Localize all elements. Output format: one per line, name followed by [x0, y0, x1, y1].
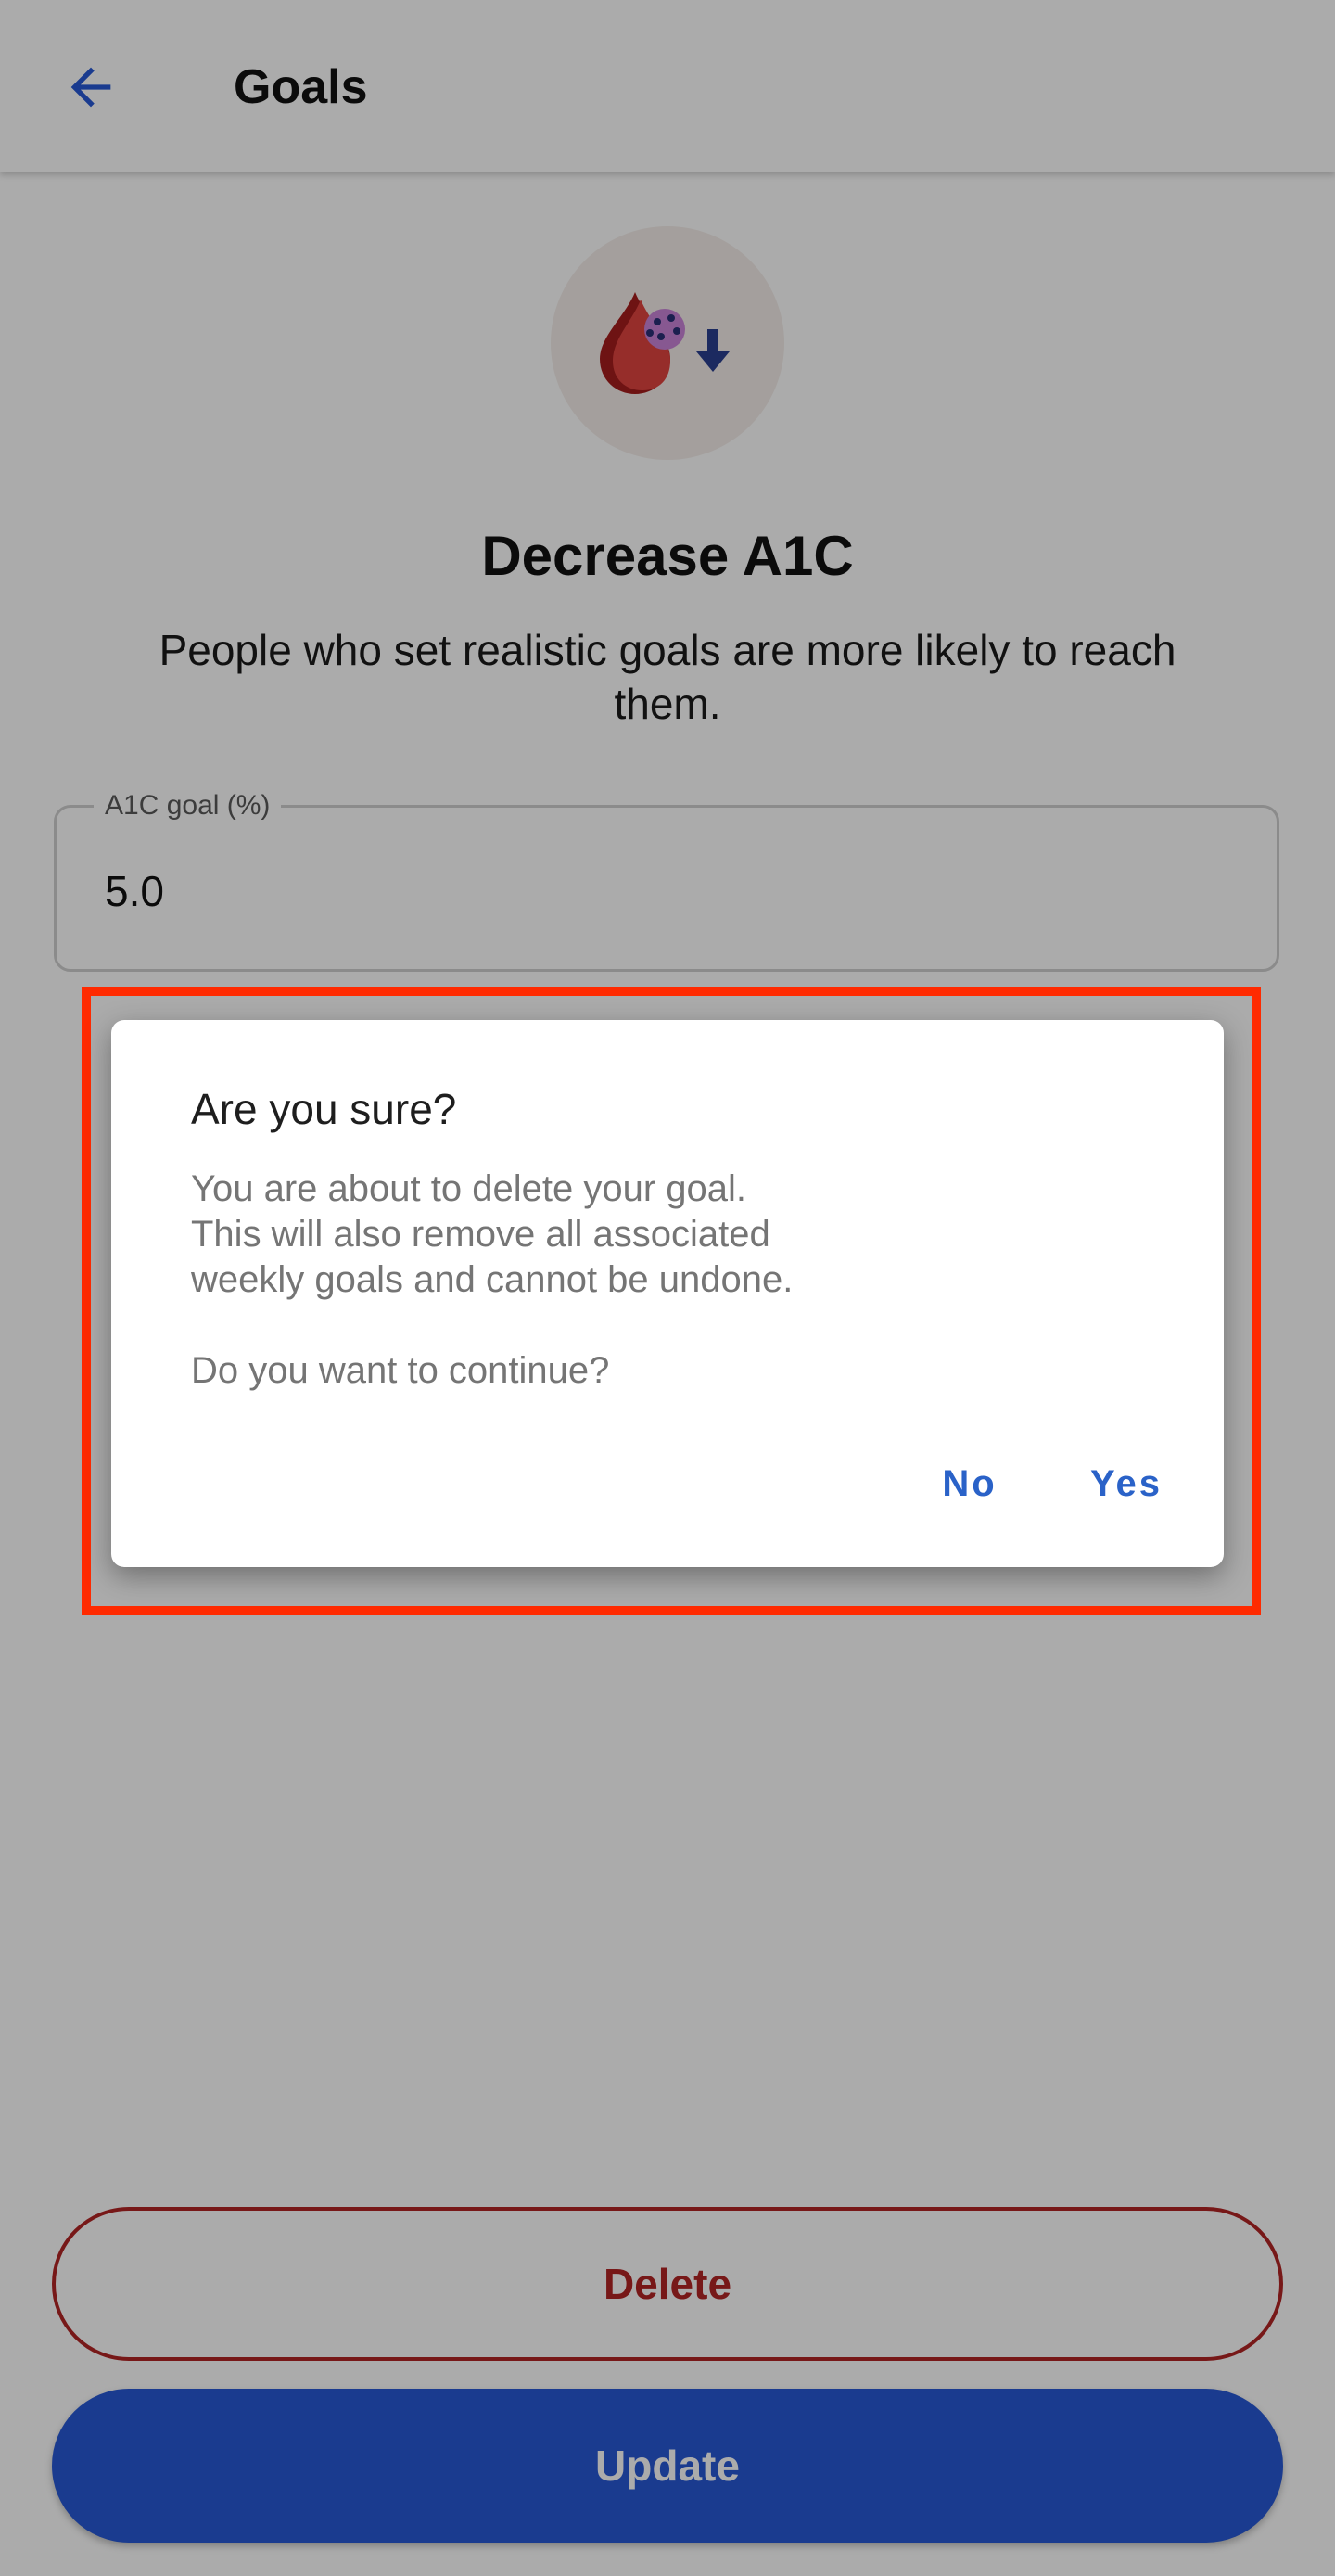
- confirm-delete-dialog: Are you sure? You are about to delete yo…: [111, 1020, 1224, 1567]
- no-button[interactable]: No: [905, 1443, 1035, 1524]
- yes-button[interactable]: Yes: [1048, 1443, 1205, 1524]
- dialog-message: You are about to delete your goal. This …: [191, 1168, 794, 1391]
- dialog-title: Are you sure?: [191, 1085, 457, 1133]
